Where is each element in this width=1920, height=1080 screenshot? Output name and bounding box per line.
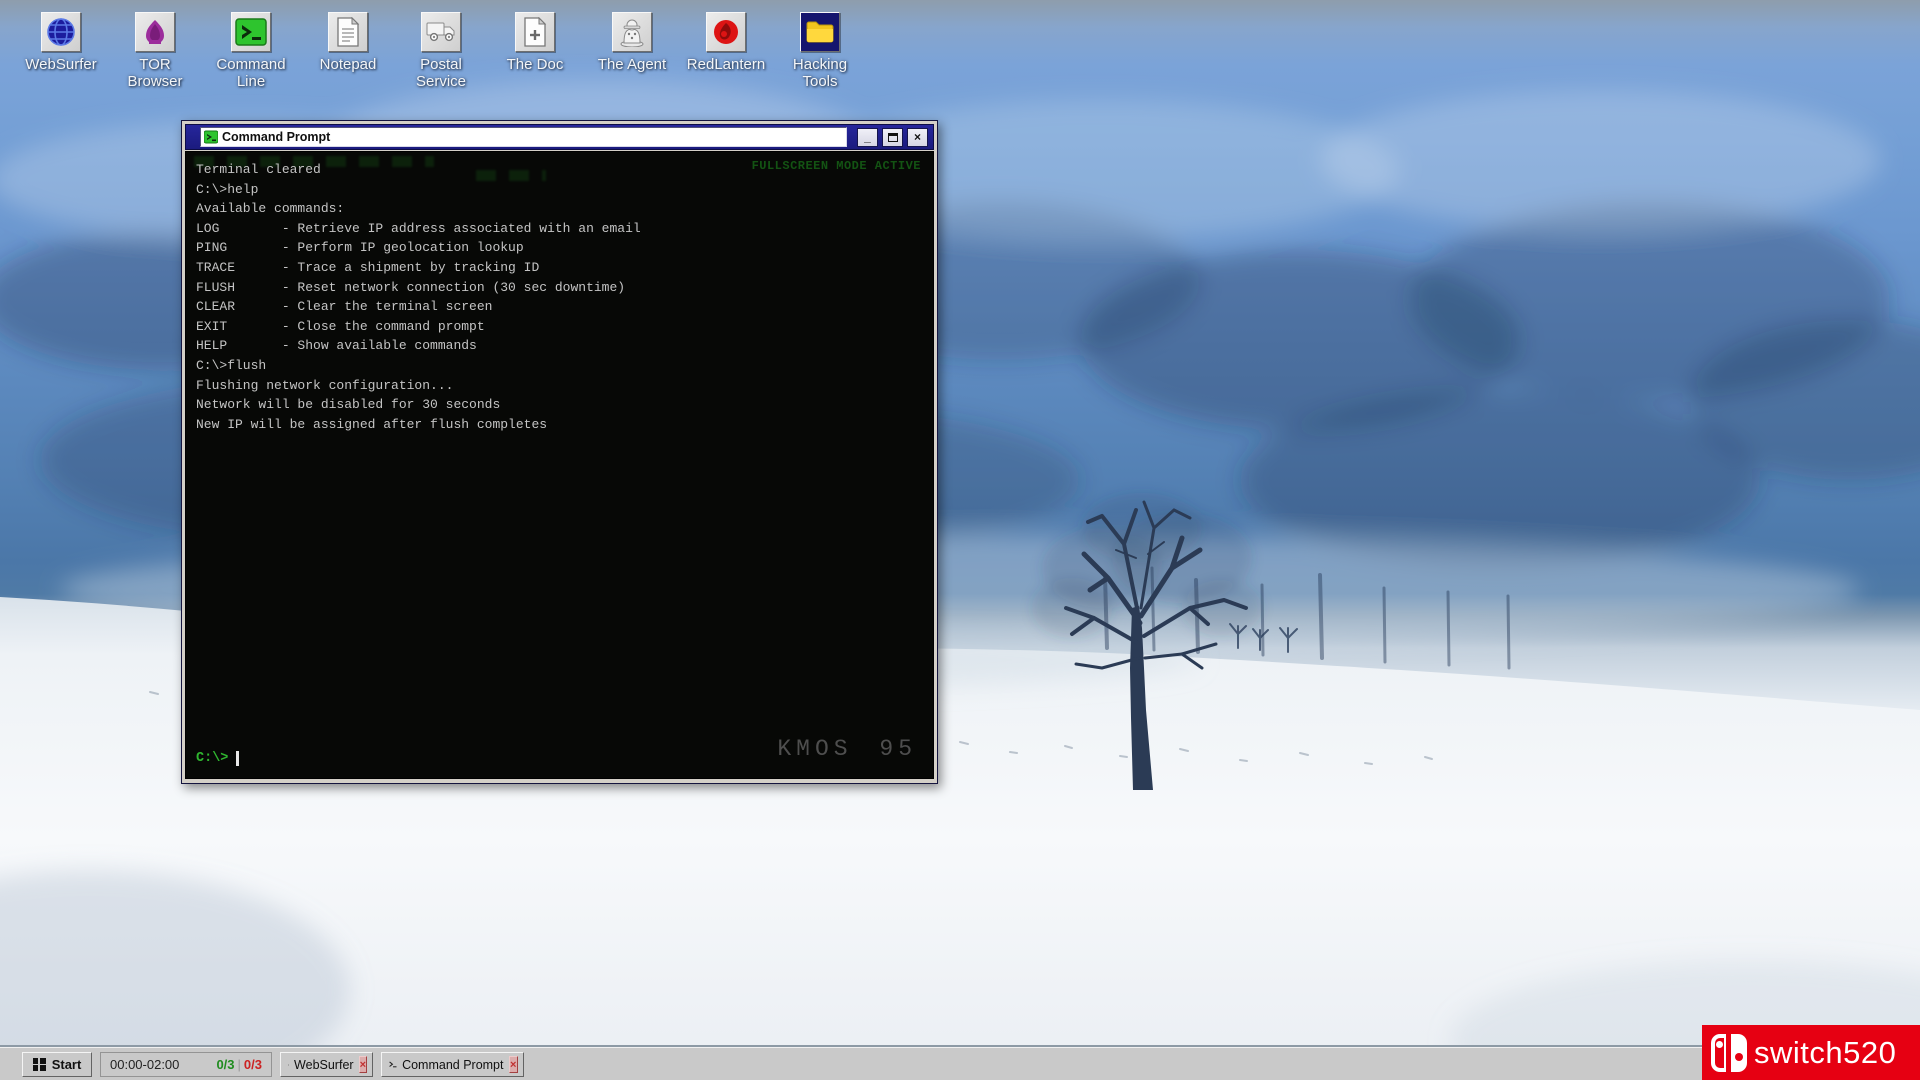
- desktop-icon-label: WebSurfer: [19, 56, 103, 73]
- desktop-icon-redlantern[interactable]: RedLantern: [684, 12, 768, 73]
- terminal-icon: [204, 130, 218, 144]
- notepad-icon: [328, 12, 368, 52]
- window-title-field: Command Prompt: [200, 127, 847, 147]
- os-watermark: KMOS 95: [777, 736, 917, 762]
- terminal-prompt-line[interactable]: C:\>: [196, 751, 239, 766]
- tab-label: Command Prompt: [402, 1058, 503, 1072]
- desktop-icon-label: Command Line: [209, 56, 293, 90]
- window-title: Command Prompt: [222, 130, 330, 144]
- desktop-icon-tor-browser[interactable]: TOR Browser: [113, 12, 197, 90]
- window-controls: _ ×: [857, 128, 928, 147]
- desktop-icon-hacking-tools[interactable]: Hacking Tools: [778, 12, 862, 90]
- windows-logo-icon: [33, 1058, 46, 1071]
- session-time: 00:00-02:00: [110, 1057, 179, 1072]
- desktop-icon-label: RedLantern: [684, 56, 768, 73]
- terminal-icon: [231, 12, 271, 52]
- truck-icon: [421, 12, 461, 52]
- terminal-line: FLUSH - Reset network connection (30 sec…: [196, 278, 923, 298]
- terminal-line: PING - Perform IP geolocation lookup: [196, 238, 923, 258]
- terminal-line: New IP will be assigned after flush comp…: [196, 415, 923, 435]
- brand-text: switch520: [1754, 1035, 1896, 1071]
- folder-icon: [800, 12, 840, 52]
- close-button[interactable]: ×: [907, 128, 928, 147]
- terminal-line: Network will be disabled for 30 seconds: [196, 395, 923, 415]
- desktop-icon-label: Notepad: [306, 56, 390, 73]
- terminal-line: C:\>help: [196, 180, 923, 200]
- window-titlebar[interactable]: Command Prompt _ ×: [185, 124, 934, 150]
- terminal-line: EXIT - Close the command prompt: [196, 317, 923, 337]
- terminal-line: HELP - Show available commands: [196, 336, 923, 356]
- counter-fail: 0/3: [244, 1057, 262, 1072]
- terminal-prompt: C:\>: [196, 751, 228, 766]
- desktop-icon-label: The Agent: [590, 56, 674, 73]
- command-prompt-window: Command Prompt _ × FULLSCREEN MODE ACTIV…: [181, 120, 938, 784]
- desktop-icon-label: Hacking Tools: [778, 56, 862, 90]
- terminal-line: CLEAR - Clear the terminal screen: [196, 297, 923, 317]
- terminal-line: Available commands:: [196, 199, 923, 219]
- maximize-button[interactable]: [882, 128, 903, 147]
- session-timer-panel: 00:00-02:00 0/3|0/3: [100, 1052, 272, 1077]
- terminal-line: LOG - Retrieve IP address associated wit…: [196, 219, 923, 239]
- maximize-icon: [888, 133, 898, 142]
- start-button-label: Start: [52, 1057, 82, 1072]
- tor-onion-icon: [135, 12, 175, 52]
- desktop-icon-the-doc[interactable]: The Doc: [493, 12, 577, 73]
- desktop-icon-label: Postal Service: [399, 56, 483, 90]
- lantern-icon: [706, 12, 746, 52]
- taskbar-tab-command-prompt[interactable]: Command Prompt ×: [381, 1052, 524, 1077]
- terminal-line: TRACE - Trace a shipment by tracking ID: [196, 258, 923, 278]
- objective-counters: 0/3|0/3: [216, 1057, 262, 1072]
- terminal-cursor: [236, 751, 239, 766]
- desktop-icon-label: TOR Browser: [113, 56, 197, 90]
- tab-close-button[interactable]: ×: [359, 1056, 367, 1073]
- tab-label: WebSurfer: [294, 1058, 354, 1072]
- desktop-icon-label: The Doc: [493, 56, 577, 73]
- terminal-output: Terminal cleared C:\>help Available comm…: [196, 160, 923, 434]
- minimize-button[interactable]: _: [857, 128, 878, 147]
- terminal-line: C:\>flush: [196, 356, 923, 376]
- agent-icon: [612, 12, 652, 52]
- desktop-icon-the-agent[interactable]: The Agent: [590, 12, 674, 73]
- counter-divider: |: [235, 1057, 244, 1072]
- document-plus-icon: [515, 12, 555, 52]
- switch520-watermark: switch520: [1702, 1025, 1920, 1080]
- terminal-prompt-icon: [389, 1059, 397, 1070]
- terminal-line: Terminal cleared: [196, 160, 923, 180]
- switch-logo-icon: [1711, 1034, 1747, 1072]
- desktop-icon-notepad[interactable]: Notepad: [306, 12, 390, 73]
- tab-close-button[interactable]: ×: [509, 1056, 519, 1073]
- taskbar-tab-websurfer[interactable]: WebSurfer ×: [280, 1052, 373, 1077]
- terminal-line: Flushing network configuration...: [196, 376, 923, 396]
- desktop-icon-postal-service[interactable]: Postal Service: [399, 12, 483, 90]
- terminal-screen[interactable]: FULLSCREEN MODE ACTIVE Terminal cleared …: [185, 151, 934, 779]
- desktop-icon-websurfer[interactable]: WebSurfer: [19, 12, 103, 73]
- start-button[interactable]: Start: [22, 1052, 92, 1077]
- globe-icon: [41, 12, 81, 52]
- counter-success: 0/3: [216, 1057, 234, 1072]
- taskbar: Start 00:00-02:00 0/3|0/3 WebSurfer × Co…: [0, 1047, 1920, 1080]
- desktop-icon-command-line[interactable]: Command Line: [209, 12, 293, 90]
- globe-icon: [288, 1059, 289, 1071]
